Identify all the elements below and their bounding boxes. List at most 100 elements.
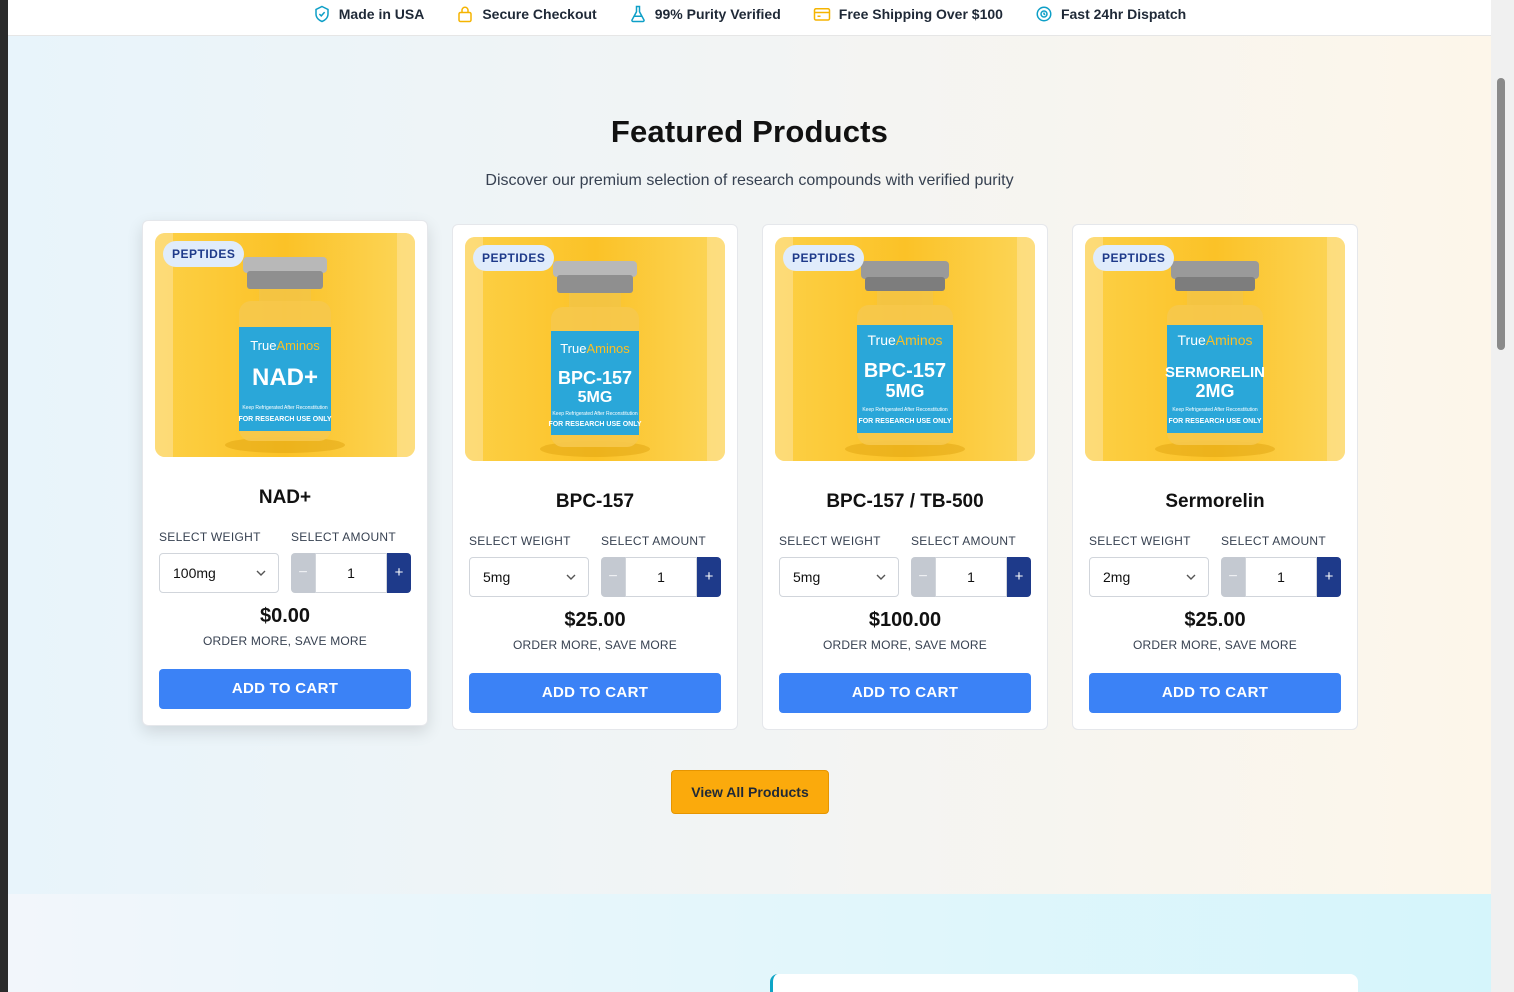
weight-value: 2mg bbox=[1103, 569, 1131, 585]
add-to-cart-button[interactable]: ADD TO CART bbox=[469, 673, 721, 713]
svg-text:TrueAminos: TrueAminos bbox=[250, 338, 320, 353]
amount-label: SELECT AMOUNT bbox=[291, 530, 397, 544]
trust-item-shipping: Free Shipping Over $100 bbox=[813, 4, 1003, 24]
next-section bbox=[8, 894, 1491, 992]
add-to-cart-button[interactable]: ADD TO CART bbox=[779, 673, 1031, 713]
promo-text: ORDER MORE, SAVE MORE bbox=[513, 638, 677, 652]
quantity-input[interactable]: 1 bbox=[625, 557, 697, 597]
svg-text:BPC-157: BPC-157 bbox=[558, 368, 632, 388]
decrease-button[interactable]: − bbox=[291, 553, 315, 593]
product-price: $25.00 bbox=[1184, 609, 1246, 631]
svg-text:TrueAminos: TrueAminos bbox=[1178, 332, 1253, 348]
quantity-stepper: − 1 + bbox=[1221, 557, 1341, 597]
svg-text:SERMORELIN: SERMORELIN bbox=[1165, 364, 1265, 381]
product-image[interactable]: TrueAminos BPC-157 5MG Keep Refrigerated… bbox=[465, 237, 725, 461]
category-badge: PEPTIDES bbox=[1093, 245, 1175, 271]
trust-item-dispatch: Fast 24hr Dispatch bbox=[1035, 4, 1186, 24]
truck-icon bbox=[813, 8, 831, 21]
clock-icon bbox=[1036, 6, 1052, 22]
svg-text:TrueAminos: TrueAminos bbox=[560, 341, 630, 356]
product-image[interactable]: TrueAminos BPC-157 5MG Keep Refrigerated… bbox=[775, 237, 1035, 461]
svg-text:Keep Refrigerated After Recons: Keep Refrigerated After Reconstitution bbox=[552, 411, 638, 417]
svg-text:Keep Refrigerated After Recons: Keep Refrigerated After Reconstitution bbox=[862, 407, 948, 413]
svg-text:Keep Refrigerated After Recons: Keep Refrigerated After Reconstitution bbox=[1172, 407, 1258, 413]
chevron-down-icon bbox=[876, 574, 886, 580]
decrease-button[interactable]: − bbox=[911, 557, 935, 597]
increase-button[interactable]: + bbox=[1007, 557, 1031, 597]
chevron-down-icon bbox=[256, 570, 266, 576]
decrease-button[interactable]: − bbox=[1221, 557, 1245, 597]
trust-label: Made in USA bbox=[338, 6, 425, 22]
add-to-cart-button[interactable]: ADD TO CART bbox=[159, 669, 411, 709]
weight-value: 5mg bbox=[793, 569, 821, 585]
trust-label: Free Shipping Over $100 bbox=[838, 6, 1003, 22]
weight-select[interactable]: 5mg bbox=[469, 557, 589, 597]
svg-text:2MG: 2MG bbox=[1195, 381, 1234, 401]
scrollbar-thumb[interactable] bbox=[1497, 78, 1505, 350]
product-name[interactable]: BPC-157 bbox=[453, 491, 737, 513]
product-image[interactable]: TrueAminos SERMORELIN 2MG Keep Refrigera… bbox=[1085, 237, 1345, 461]
shield-check-icon bbox=[315, 5, 329, 23]
weight-select[interactable]: 5mg bbox=[779, 557, 899, 597]
scrollbar[interactable] bbox=[1491, 0, 1514, 992]
increase-button[interactable]: + bbox=[697, 557, 721, 597]
product-price: $25.00 bbox=[564, 609, 626, 631]
trust-item-purity: 99% Purity Verified bbox=[629, 4, 781, 24]
weight-select[interactable]: 2mg bbox=[1089, 557, 1209, 597]
weight-value: 5mg bbox=[483, 569, 511, 585]
trust-bar: Made in USA Secure Checkout 99% Purity V… bbox=[8, 0, 1491, 36]
decrease-button[interactable]: − bbox=[601, 557, 625, 597]
product-name[interactable]: Sermorelin bbox=[1073, 491, 1357, 513]
svg-text:NAD+: NAD+ bbox=[252, 364, 318, 391]
weight-label: SELECT WEIGHT bbox=[469, 534, 571, 548]
trust-item-secure-checkout: Secure Checkout bbox=[456, 4, 597, 24]
svg-text:5MG: 5MG bbox=[885, 381, 924, 401]
increase-button[interactable]: + bbox=[1317, 557, 1341, 597]
weight-value: 100mg bbox=[173, 565, 216, 581]
promo-text: ORDER MORE, SAVE MORE bbox=[1133, 638, 1297, 652]
product-card-nad: TrueAminos NAD+ Keep Refrigerated After … bbox=[142, 220, 428, 726]
lock-icon bbox=[458, 6, 473, 23]
svg-text:5MG: 5MG bbox=[578, 389, 613, 406]
quantity-input[interactable]: 1 bbox=[315, 553, 387, 593]
section-subtitle: Discover our premium selection of resear… bbox=[485, 172, 1014, 189]
weight-select[interactable]: 100mg bbox=[159, 553, 279, 593]
product-name[interactable]: NAD+ bbox=[143, 487, 427, 509]
amount-label: SELECT AMOUNT bbox=[601, 534, 707, 548]
quantity-input[interactable]: 1 bbox=[935, 557, 1007, 597]
trust-item-made-in-usa: Made in USA bbox=[313, 4, 425, 24]
svg-text:FOR RESEARCH USE ONLY: FOR RESEARCH USE ONLY bbox=[858, 418, 951, 425]
quantity-stepper: − 1 + bbox=[291, 553, 411, 593]
promo-text: ORDER MORE, SAVE MORE bbox=[823, 638, 987, 652]
promo-text: ORDER MORE, SAVE MORE bbox=[203, 634, 367, 648]
category-badge: PEPTIDES bbox=[473, 245, 555, 271]
next-section-card bbox=[770, 974, 1358, 992]
product-name[interactable]: BPC-157 / TB-500 bbox=[763, 491, 1047, 513]
svg-text:BPC-157: BPC-157 bbox=[864, 360, 946, 382]
page-viewport: Made in USA Secure Checkout 99% Purity V… bbox=[8, 0, 1491, 992]
trust-label: 99% Purity Verified bbox=[654, 6, 781, 22]
category-badge: PEPTIDES bbox=[783, 245, 865, 271]
svg-text:TrueAminos: TrueAminos bbox=[868, 332, 943, 348]
flask-icon bbox=[630, 5, 645, 23]
product-image[interactable]: TrueAminos NAD+ Keep Refrigerated After … bbox=[155, 233, 415, 457]
quantity-stepper: − 1 + bbox=[601, 557, 721, 597]
increase-button[interactable]: + bbox=[387, 553, 411, 593]
view-all-products-button[interactable]: View All Products bbox=[671, 770, 829, 814]
chevron-down-icon bbox=[566, 574, 576, 580]
svg-text:FOR RESEARCH USE ONLY: FOR RESEARCH USE ONLY bbox=[548, 421, 641, 428]
product-card-bpc157: TrueAminos BPC-157 5MG Keep Refrigerated… bbox=[452, 224, 738, 730]
weight-label: SELECT WEIGHT bbox=[779, 534, 881, 548]
amount-label: SELECT AMOUNT bbox=[1221, 534, 1327, 548]
weight-label: SELECT WEIGHT bbox=[1089, 534, 1191, 548]
quantity-stepper: − 1 + bbox=[911, 557, 1031, 597]
section-title: Featured Products bbox=[610, 114, 889, 149]
quantity-input[interactable]: 1 bbox=[1245, 557, 1317, 597]
svg-text:FOR RESEARCH USE ONLY: FOR RESEARCH USE ONLY bbox=[238, 416, 331, 423]
product-price: $100.00 bbox=[868, 609, 942, 631]
trust-label: Secure Checkout bbox=[482, 6, 597, 22]
product-price: $0.00 bbox=[259, 605, 311, 627]
amount-label: SELECT AMOUNT bbox=[911, 534, 1017, 548]
svg-text:FOR RESEARCH USE ONLY: FOR RESEARCH USE ONLY bbox=[1168, 418, 1261, 425]
add-to-cart-button[interactable]: ADD TO CART bbox=[1089, 673, 1341, 713]
